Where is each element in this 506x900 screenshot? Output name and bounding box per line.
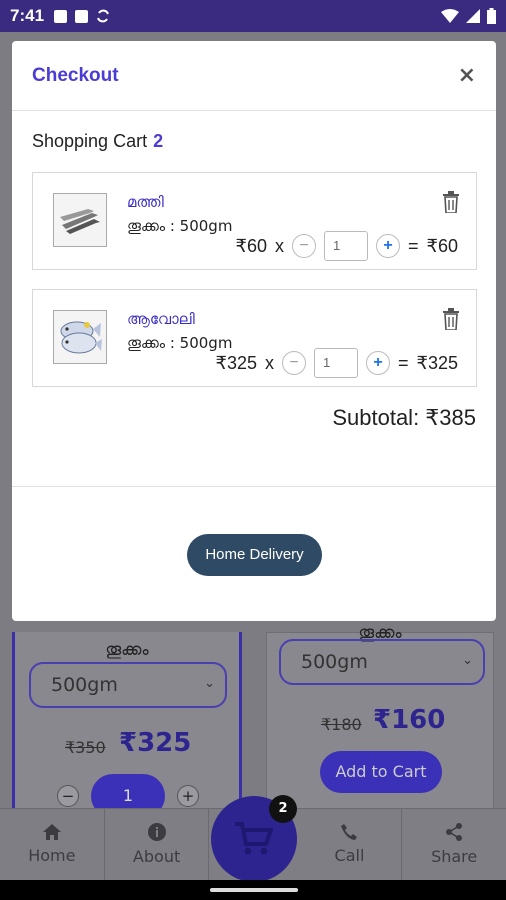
- product-name[interactable]: മത്തി: [127, 193, 164, 211]
- wifi-icon: [441, 9, 459, 23]
- times-sign: x: [275, 235, 284, 256]
- product-thumbnail: [53, 310, 107, 364]
- nav-call-label: Call: [334, 846, 365, 865]
- sync-icon: [97, 9, 109, 23]
- share-icon: [446, 823, 463, 841]
- line-total: ₹325: [416, 352, 458, 373]
- line-total: ₹60: [426, 235, 458, 256]
- cart-count-badge: 2: [269, 795, 297, 823]
- subtotal: Subtotal: ₹385: [332, 405, 476, 430]
- product-name[interactable]: ആവോലി: [127, 310, 195, 328]
- cart-icon: [235, 822, 273, 855]
- weight-select[interactable]: 500gm ⌄: [279, 639, 485, 685]
- product-thumbnail: [53, 193, 107, 247]
- quantity-input[interactable]: 1: [324, 231, 368, 261]
- sd-card-icon: [75, 9, 89, 23]
- trash-icon[interactable]: [442, 191, 460, 213]
- nav-call[interactable]: Call: [298, 809, 403, 880]
- equals-sign: =: [398, 352, 409, 373]
- divider: [12, 486, 496, 487]
- info-icon: [147, 823, 166, 841]
- unit-price: ₹325: [215, 352, 257, 373]
- new-price: ₹160: [373, 705, 446, 735]
- price-calculation: ₹60 x − 1 + = ₹60: [236, 231, 458, 261]
- cart-item: മത്തി തൂക്കം : 500gm ₹60 x − 1 + = ₹60: [32, 172, 477, 270]
- unit-price: ₹60: [235, 235, 267, 256]
- pomfret-image-icon: [60, 321, 102, 354]
- checkout-modal: Checkout × Shopping Cart 2 മത്തി തൂക്കം :…: [12, 41, 496, 621]
- notification-icons: [54, 9, 110, 23]
- chevron-down-icon: ⌄: [462, 653, 473, 668]
- home-delivery-button[interactable]: Home Delivery: [187, 534, 322, 576]
- nav-home[interactable]: Home: [0, 809, 105, 880]
- quantity-input[interactable]: 1: [314, 348, 358, 378]
- home-indicator[interactable]: [210, 888, 298, 892]
- old-price: ₹180: [321, 715, 362, 734]
- cart-item-count: 2: [153, 131, 164, 151]
- increment-button[interactable]: +: [366, 351, 390, 375]
- increment-button[interactable]: +: [177, 785, 199, 807]
- nav-share-label: Share: [431, 847, 478, 866]
- nav-share[interactable]: Share: [402, 809, 506, 880]
- increment-button[interactable]: +: [376, 234, 400, 258]
- cart-heading: Shopping Cart 2: [32, 131, 163, 152]
- weight-label: തൂക്കം: [105, 640, 149, 660]
- sardine-image-icon: [60, 209, 100, 234]
- old-price: ₹350: [65, 738, 106, 757]
- trash-icon[interactable]: [442, 308, 460, 330]
- system-icons: [441, 8, 496, 24]
- status-time: 7:41: [10, 6, 45, 25]
- nav-about-label: About: [132, 847, 181, 866]
- battery-icon: [487, 8, 496, 24]
- cart-heading-label: Shopping Cart: [32, 131, 148, 151]
- modal-title: Checkout: [32, 64, 119, 86]
- nav-home-label: Home: [28, 846, 76, 865]
- equals-sign: =: [408, 235, 419, 256]
- price-calculation: ₹325 x − 1 + = ₹325: [216, 348, 458, 378]
- nav-about[interactable]: About: [105, 809, 210, 880]
- decrement-button[interactable]: −: [282, 351, 306, 375]
- new-price: ₹325: [119, 728, 192, 758]
- times-sign: x: [265, 352, 274, 373]
- decrement-button[interactable]: −: [57, 785, 79, 807]
- phone-icon: [341, 824, 358, 840]
- chevron-down-icon: ⌄: [204, 676, 215, 691]
- signal-icon: [466, 9, 480, 23]
- home-icon: [42, 824, 61, 840]
- image-notification-icon: [54, 9, 68, 23]
- cart-item: ആവോലി തൂക്കം : 500gm ₹325 x − 1 + = ₹325: [32, 289, 477, 387]
- modal-header: Checkout ×: [12, 41, 496, 111]
- product-weight: തൂക്കം : 500gm: [127, 217, 233, 235]
- weight-select[interactable]: 500gm ⌄: [29, 662, 227, 708]
- add-to-cart-button[interactable]: Add to Cart: [320, 751, 442, 793]
- status-bar: 7:41: [0, 0, 506, 32]
- decrement-button[interactable]: −: [292, 234, 316, 258]
- close-button[interactable]: ×: [458, 63, 476, 88]
